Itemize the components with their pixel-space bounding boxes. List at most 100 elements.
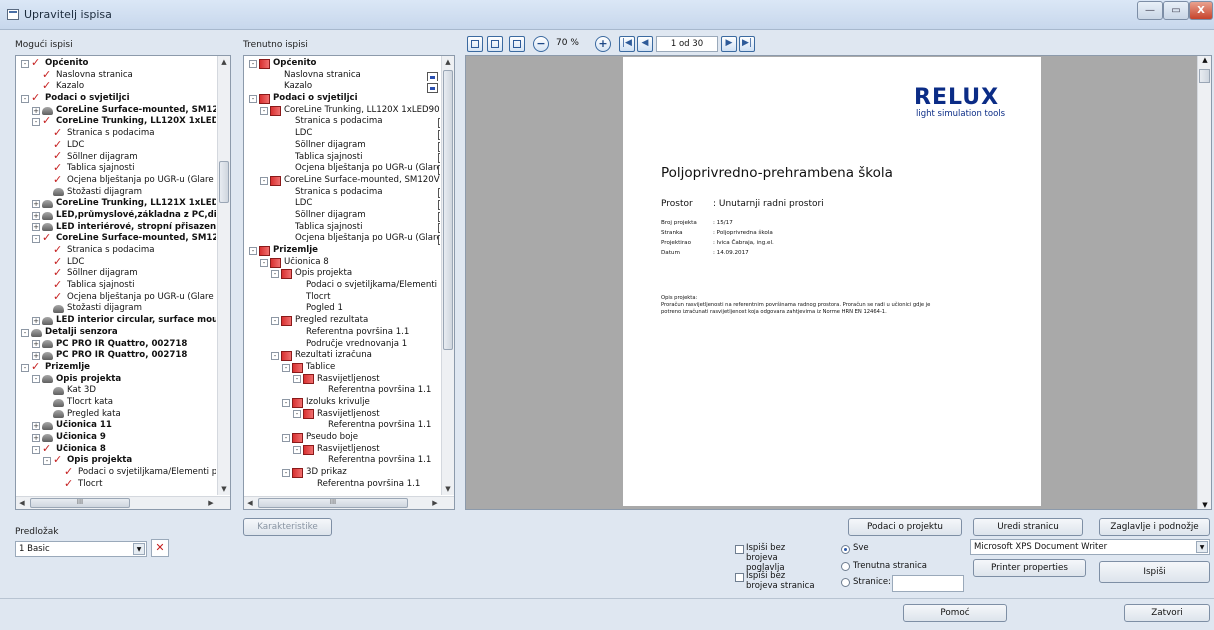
scroll-right-arrow-icon[interactable]: ▶ bbox=[205, 497, 217, 509]
tree-row[interactable]: - Detalji senzora bbox=[18, 327, 216, 339]
tree-row[interactable]: - CoreLine Trunking, LL120X 1xLED90S/84( bbox=[246, 105, 440, 117]
tree-row[interactable]: Referentna površina 1.1 bbox=[246, 327, 440, 339]
preview-vertical-scrollbar[interactable]: ▲ ▼ bbox=[1197, 56, 1211, 509]
scroll-down-arrow-icon[interactable]: ▼ bbox=[1199, 501, 1211, 509]
tree-row[interactable]: - Opis projekta bbox=[18, 455, 216, 467]
tree-row[interactable]: Tlocrt kata bbox=[18, 397, 216, 409]
tree-row[interactable]: - Općenito bbox=[246, 58, 440, 70]
collapse-icon[interactable]: - bbox=[21, 363, 29, 372]
tree-row[interactable]: Stranica s podacima bbox=[246, 116, 440, 129]
expand-icon[interactable]: + bbox=[32, 223, 40, 232]
tree-row[interactable]: + PC PRO IR Quattro, 002718 bbox=[18, 350, 216, 362]
tree-row[interactable]: Podaci o svjetiljkama/Elementi pro bbox=[246, 280, 440, 292]
expand-icon[interactable]: + bbox=[32, 352, 40, 361]
print-preview[interactable]: RELUX light simulation tools Poljoprivre… bbox=[465, 55, 1212, 510]
expand-icon[interactable]: + bbox=[32, 211, 40, 220]
tree-row[interactable]: Stožasti dijagram bbox=[18, 303, 216, 315]
tree-row[interactable]: Pregled kata bbox=[18, 409, 216, 421]
collapse-icon[interactable]: - bbox=[282, 433, 290, 442]
tree-row[interactable]: Referentna površina 1.1 bbox=[246, 455, 440, 467]
collapse-icon[interactable]: - bbox=[260, 258, 268, 267]
scroll-down-arrow-icon[interactable]: ▼ bbox=[218, 483, 230, 495]
tree-row[interactable]: + Učionica 9 bbox=[18, 432, 216, 444]
collapse-icon[interactable]: - bbox=[43, 457, 51, 466]
scroll-thumb[interactable] bbox=[219, 161, 229, 203]
close-dialog-button[interactable]: Zatvori bbox=[1124, 604, 1210, 622]
tree-row[interactable]: Ocjena blještanja po UGR-u (Glare R bbox=[246, 163, 440, 175]
printer-properties-button[interactable]: Printer properties bbox=[973, 559, 1086, 577]
tree-row[interactable]: Tlocrt bbox=[18, 479, 216, 491]
template-select[interactable]: 1 Basic ▼ bbox=[15, 541, 147, 557]
tree-row[interactable]: + PC PRO IR Quattro, 002718 bbox=[18, 339, 216, 351]
prev-page-icon[interactable]: ◀ bbox=[637, 36, 653, 52]
scroll-right-arrow-icon[interactable]: ▶ bbox=[429, 497, 441, 509]
tree-row[interactable]: Tablica sjajnosti bbox=[18, 280, 216, 292]
tree-row[interactable]: - Prizemlje bbox=[18, 362, 216, 374]
tree-row[interactable]: Tablica sjajnosti bbox=[18, 163, 216, 175]
collapse-icon[interactable]: - bbox=[249, 59, 257, 68]
collapse-icon[interactable]: - bbox=[293, 445, 301, 454]
tree-row[interactable]: - Opis projekta bbox=[18, 374, 216, 386]
tree-row[interactable]: - Rasvijetljenost bbox=[246, 444, 440, 456]
scroll-thumb[interactable] bbox=[1199, 69, 1210, 83]
tree-row[interactable]: Podaci o svjetiljkama/Elementi prc bbox=[18, 467, 216, 479]
tree-row[interactable]: + LED interiérové, stropní přisazené, I bbox=[18, 222, 216, 234]
scroll-thumb[interactable] bbox=[443, 70, 453, 350]
print-button[interactable]: Ispiši bbox=[1099, 561, 1210, 583]
collapse-icon[interactable]: - bbox=[260, 176, 268, 185]
chevron-down-icon[interactable]: ▼ bbox=[1196, 541, 1208, 553]
tree-row[interactable]: LDC bbox=[246, 128, 440, 140]
collapse-icon[interactable]: - bbox=[249, 246, 257, 255]
tree-row[interactable]: Referentna površina 1.1 bbox=[246, 479, 440, 491]
tree-row[interactable]: - CoreLine Surface-mounted, SM120V W20 bbox=[246, 175, 440, 187]
tree-row[interactable]: - CoreLine Surface-mounted, SM120V bbox=[18, 233, 216, 245]
edit-page-button[interactable]: Uredi stranicu bbox=[973, 518, 1083, 536]
collapse-icon[interactable]: - bbox=[32, 375, 40, 384]
tree-row[interactable]: + LED interior circular, surface mount bbox=[18, 315, 216, 327]
chevron-down-icon[interactable]: ▼ bbox=[133, 543, 145, 555]
close-button[interactable]: X bbox=[1189, 1, 1213, 20]
collapse-icon[interactable]: - bbox=[282, 468, 290, 477]
collapse-icon[interactable]: - bbox=[32, 445, 40, 454]
actual-size-icon[interactable] bbox=[509, 36, 525, 52]
last-page-icon[interactable]: ▶| bbox=[739, 36, 755, 52]
tree-row[interactable]: Referentna površina 1.1 bbox=[246, 420, 440, 432]
collapse-icon[interactable]: - bbox=[293, 410, 301, 419]
collapse-icon[interactable]: - bbox=[293, 375, 301, 384]
tree-row[interactable]: Kat 3D bbox=[18, 385, 216, 397]
collapse-icon[interactable]: - bbox=[282, 363, 290, 372]
radio-all[interactable] bbox=[841, 545, 850, 554]
tree-row[interactable]: LDC bbox=[18, 257, 216, 269]
tree-row[interactable]: Tablica sjajnosti bbox=[246, 222, 440, 234]
tree-row[interactable]: - Izoluks krivulje bbox=[246, 397, 440, 409]
collapse-icon[interactable]: - bbox=[249, 94, 257, 103]
tree-row[interactable]: Söllner dijagram bbox=[246, 140, 440, 152]
tree-row[interactable]: Ocjena blještanja po UGR-u (Glare R bbox=[18, 292, 216, 304]
tree-row[interactable]: Naslovna stranica bbox=[18, 70, 216, 82]
expand-icon[interactable]: + bbox=[32, 316, 40, 325]
pages-input[interactable] bbox=[892, 575, 964, 592]
printer-select[interactable]: Microsoft XPS Document Writer ▼ bbox=[970, 539, 1210, 555]
tree-row[interactable]: + CoreLine Trunking, LL121X 1xLED45 bbox=[18, 198, 216, 210]
tree-row[interactable]: - Pseudo boje bbox=[246, 432, 440, 444]
tree-row[interactable]: Söllner dijagram bbox=[246, 210, 440, 222]
vertical-scrollbar[interactable]: ▲ ▼ bbox=[441, 56, 454, 495]
tree-row[interactable]: Stranica s podacima bbox=[18, 128, 216, 140]
header-footer-button[interactable]: Zaglavlje i podnožje bbox=[1099, 518, 1210, 536]
horizontal-scrollbar[interactable]: ◀ III ▶ bbox=[244, 496, 454, 509]
zoom-out-icon[interactable]: − bbox=[533, 36, 549, 52]
collapse-icon[interactable]: - bbox=[282, 398, 290, 407]
tree-row[interactable]: - Pregled rezultata bbox=[246, 315, 440, 327]
scroll-left-arrow-icon[interactable]: ◀ bbox=[16, 497, 28, 509]
scroll-left-arrow-icon[interactable]: ◀ bbox=[244, 497, 256, 509]
tree-row[interactable]: - CoreLine Trunking, LL120X 1xLED90 bbox=[18, 116, 216, 128]
tree-row[interactable]: + Učionica 11 bbox=[18, 420, 216, 432]
zoom-in-icon[interactable]: + bbox=[595, 36, 611, 52]
tree-view[interactable]: - OpćenitoNaslovna stranicaKazalo - Podaci … bbox=[18, 58, 216, 495]
first-page-icon[interactable]: |◀ bbox=[619, 36, 635, 52]
collapse-icon[interactable]: - bbox=[271, 352, 279, 361]
horizontal-scrollbar[interactable]: ◀ III ▶ bbox=[16, 496, 230, 509]
tree-row[interactable]: - Podaci o svjetiljci bbox=[18, 93, 216, 105]
tree-row[interactable]: LDC bbox=[18, 140, 216, 152]
tree-row[interactable]: Kazalo bbox=[246, 81, 440, 94]
